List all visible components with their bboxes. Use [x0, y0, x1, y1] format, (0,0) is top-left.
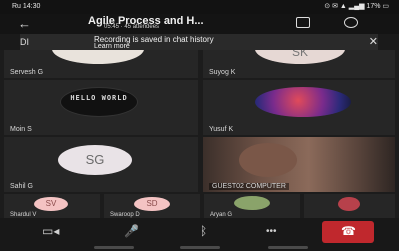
participant-tile[interactable]: SK Suyog K: [203, 50, 395, 78]
participant-name: GUEST02 COMPUTER: [209, 183, 289, 190]
avatar: SK: [255, 50, 345, 64]
avatar: [255, 87, 351, 117]
participant-tile[interactable]: Aryan G: [204, 194, 300, 218]
more-options-icon[interactable]: •••: [266, 226, 277, 237]
participant-name: Suyog K: [209, 69, 236, 76]
participant-name: Moin S: [10, 126, 32, 133]
banner-close-button[interactable]: ✕: [369, 35, 378, 48]
participant-tile[interactable]: SG Sahil G: [4, 137, 198, 192]
learn-more-link[interactable]: Learn more: [94, 43, 130, 50]
nav-bar-indicator: [180, 246, 220, 249]
avatar: SD: [134, 197, 170, 211]
participants-icon[interactable]: [344, 17, 358, 28]
nav-bar-indicator: [94, 246, 134, 249]
participant-tile[interactable]: Yusuf K: [203, 80, 395, 135]
banner-left-text: DI: [20, 37, 29, 47]
participant-tile[interactable]: SV Shardul V: [4, 194, 100, 218]
camera-toggle-icon[interactable]: ▭◂: [42, 224, 59, 238]
participant-tile[interactable]: [304, 194, 395, 218]
back-arrow-icon[interactable]: ←: [18, 16, 31, 31]
participant-name: Sahil G: [10, 183, 33, 190]
participant-tile[interactable]: SD Swaroop D: [104, 194, 200, 218]
avatar: [234, 196, 270, 210]
mic-toggle-icon[interactable]: 🎤: [124, 224, 139, 238]
video-feed: [239, 143, 297, 177]
participant-name: Servesh G: [10, 69, 44, 76]
avatar: SV: [34, 197, 68, 211]
participant-tile[interactable]: HELLO WORLD Moin S: [4, 80, 198, 135]
status-bar: Ru 14:30 ⊙ ✉ ▲ ▂▄▆ 17% ▭: [0, 0, 399, 14]
participant-tile[interactable]: GUEST02 COMPUTER: [203, 137, 395, 192]
avatar: SG: [58, 145, 132, 175]
bluetooth-icon[interactable]: ᛒ: [200, 224, 207, 238]
avatar: [338, 197, 360, 211]
avatar: [52, 50, 144, 64]
avatar: HELLO WORLD: [60, 87, 138, 117]
participant-name: Yusuf K: [209, 126, 234, 133]
participant-tile[interactable]: Servesh G: [4, 50, 198, 78]
status-indicators: ⊙ ✉ ▲ ▂▄▆ 17% ▭: [324, 3, 389, 10]
recording-banner: DI Recording is saved in chat history Le…: [20, 34, 378, 50]
meeting-subtitle: 05:45 · 45 attendees: [104, 24, 160, 30]
meeting-header: ← Agile Process and H...: [0, 14, 399, 34]
status-time: Ru 14:30: [12, 3, 41, 10]
end-call-icon: ☎: [341, 224, 356, 238]
chat-icon[interactable]: [296, 17, 310, 28]
end-call-button[interactable]: ☎: [322, 221, 374, 243]
nav-bar-indicator: [268, 246, 308, 249]
